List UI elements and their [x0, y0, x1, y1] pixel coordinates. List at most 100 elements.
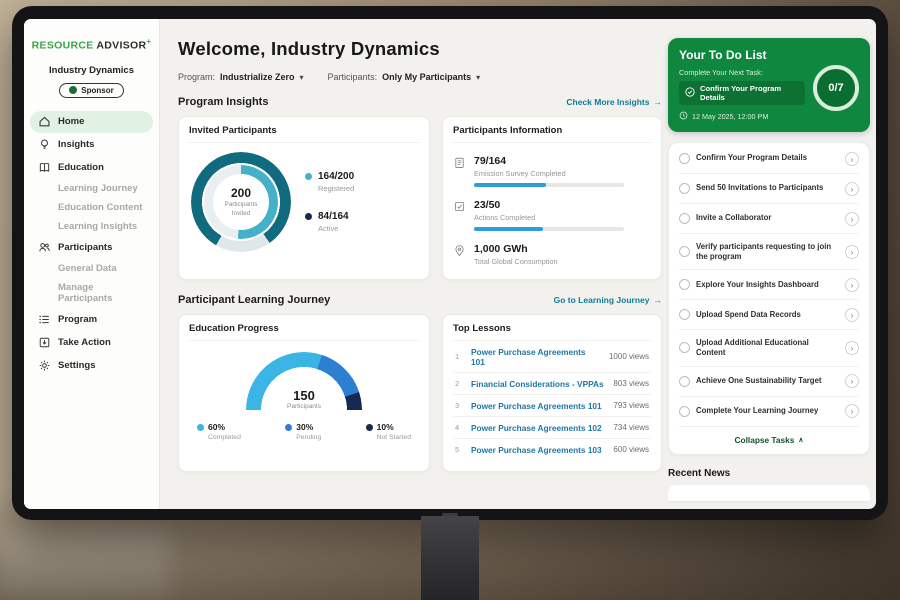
collapse-label: Collapse Tasks [735, 435, 795, 445]
lesson-rank: 1 [455, 352, 463, 361]
chevron-right-icon[interactable]: › [845, 308, 859, 322]
go-to-learning-journey-link[interactable]: Go to Learning Journey → [554, 295, 662, 305]
chevron-right-icon[interactable]: › [845, 245, 859, 259]
program-filter[interactable]: Program: Industrialize Zero ▾ [178, 72, 304, 82]
top-lessons-card: Top Lessons 1 Power Purchase Agreements … [442, 314, 662, 472]
sidebar-item-home[interactable]: Home [30, 111, 153, 133]
check-more-insights-link[interactable]: Check More Insights → [566, 97, 662, 107]
task-label: Confirm Your Program Details [696, 153, 839, 163]
invited-participants-card: Invited Participants 200 Participants In… [178, 116, 430, 280]
task-checkbox[interactable] [679, 183, 690, 194]
brand-resource: RESOURCE [32, 40, 94, 52]
lesson-link[interactable]: Power Purchase Agreements 101 [471, 347, 601, 367]
progress-fill [474, 183, 546, 187]
sidebar-item-settings[interactable]: Settings [30, 355, 153, 377]
section-title-learning-journey: Participant Learning Journey [178, 294, 330, 306]
invited-total: 200 [231, 186, 251, 200]
task-item[interactable]: Explore Your Insights Dashboard › [679, 270, 859, 300]
sidebar-item-insights[interactable]: Insights [30, 134, 153, 156]
sidebar-item-take-action[interactable]: Take Action [30, 332, 153, 354]
donut-legend: 164/200 Registered 84/164 Active [305, 171, 354, 233]
list-icon [38, 313, 51, 326]
task-item[interactable]: Send 50 Invitations to Participants › [679, 174, 859, 204]
lesson-link[interactable]: Financial Considerations - VPPAs [471, 379, 605, 389]
invited-total-label: Participants Invited [218, 201, 264, 217]
stat-emission-survey: 79/164 Emission Survey Completed [453, 155, 651, 187]
chevron-up-icon: ∧ [798, 436, 803, 444]
gauge-legend: 60% Completed 30% Pending [197, 422, 411, 441]
sidebar-item-education[interactable]: Education [30, 157, 153, 179]
task-checkbox[interactable] [679, 376, 690, 387]
survey-icon [453, 156, 466, 169]
task-checkbox[interactable] [679, 342, 690, 353]
chevron-right-icon[interactable]: › [845, 404, 859, 418]
sidebar-item-label: Take Action [58, 337, 111, 348]
sidebar-item-manage-participants[interactable]: Manage Participants [30, 279, 153, 308]
legend-value: 10% [377, 422, 411, 432]
sidebar-item-label: Settings [58, 360, 95, 371]
task-checkbox[interactable] [679, 246, 690, 257]
stat-label: Actions Completed [474, 213, 651, 222]
task-checkbox[interactable] [679, 279, 690, 290]
sidebar-item-learning-journey[interactable]: Learning Journey [30, 180, 153, 198]
chevron-right-icon[interactable]: › [845, 341, 859, 355]
lesson-views: 793 views [613, 401, 649, 410]
chevron-right-icon[interactable]: › [845, 278, 859, 292]
sidebar-item-participants[interactable]: Participants [30, 237, 153, 259]
monitor-stand [421, 516, 479, 600]
insights-cards-row: Invited Participants 200 Participants In… [178, 116, 662, 280]
lesson-link[interactable]: Power Purchase Agreements 103 [471, 445, 605, 455]
chevron-right-icon[interactable]: › [845, 374, 859, 388]
task-item[interactable]: Invite a Collaborator › [679, 204, 859, 234]
task-label: Upload Additional Educational Content [696, 338, 839, 358]
task-label: Verify participants requesting to join t… [696, 242, 839, 262]
todo-due-label: 12 May 2025, 12:00 PM [692, 112, 768, 121]
sponsor-badge[interactable]: Sponsor [59, 83, 123, 98]
task-item[interactable]: Upload Additional Educational Content › [679, 330, 859, 366]
todo-progress-ring: 0/7 [813, 65, 859, 111]
sidebar-item-label: Home [58, 116, 84, 127]
sidebar-item-label: Program [58, 314, 97, 325]
sidebar-item-education-content[interactable]: Education Content [30, 199, 153, 217]
next-task-chip[interactable]: Confirm Your Program Details [679, 81, 805, 105]
task-item[interactable]: Complete Your Learning Journey › [679, 397, 859, 427]
legend-item-registered: 164/200 Registered [305, 171, 354, 193]
main-content: Welcome, Industry Dynamics Program: Indu… [160, 19, 666, 509]
task-item[interactable]: Upload Spend Data Records › [679, 300, 859, 330]
lesson-link[interactable]: Power Purchase Agreements 102 [471, 423, 605, 433]
legend-value: 164/200 [318, 171, 354, 182]
gauge-center: 150 Participants [246, 388, 362, 410]
chevron-right-icon[interactable]: › [845, 182, 859, 196]
task-checkbox[interactable] [679, 406, 690, 417]
sidebar-nav: Home Insights Education Learning Journey… [24, 111, 159, 377]
people-icon [38, 241, 51, 254]
task-checkbox[interactable] [679, 153, 690, 164]
lesson-row: 2 Financial Considerations - VPPAs 803 v… [453, 373, 651, 395]
chevron-right-icon[interactable]: › [845, 212, 859, 226]
task-item[interactable]: Achieve One Sustainability Target › [679, 367, 859, 397]
legend-value: 84/164 [318, 211, 349, 222]
task-checkbox[interactable] [679, 213, 690, 224]
legend-label: Completed [208, 434, 241, 441]
task-checkbox[interactable] [679, 309, 690, 320]
sidebar-item-learning-insights[interactable]: Learning Insights [30, 218, 153, 236]
stat-value: 23/50 [474, 199, 651, 211]
chevron-right-icon[interactable]: › [845, 152, 859, 166]
collapse-tasks-button[interactable]: Collapse Tasks ∧ [679, 427, 859, 453]
sidebar-item-program[interactable]: Program [30, 309, 153, 331]
clock-icon [679, 111, 688, 122]
sidebar-item-general-data[interactable]: General Data [30, 260, 153, 278]
legend-item-completed: 60% Completed [197, 422, 241, 441]
lesson-row: 5 Power Purchase Agreements 103 600 view… [453, 439, 651, 460]
page-title: Welcome, Industry Dynamics [178, 38, 666, 60]
lesson-link[interactable]: Power Purchase Agreements 101 [471, 401, 605, 411]
recent-news-title: Recent News [668, 468, 870, 479]
participants-filter[interactable]: Participants: Only My Participants ▾ [328, 72, 481, 82]
learning-cards-row: Education Progress 150 Participants 60% [178, 314, 662, 472]
recent-news-card [668, 485, 870, 501]
stat-label: Emission Survey Completed [474, 169, 651, 178]
task-item[interactable]: Verify participants requesting to join t… [679, 234, 859, 270]
task-item[interactable]: Confirm Your Program Details › [679, 144, 859, 174]
brand-plus: + [146, 37, 151, 46]
card-title: Education Progress [189, 323, 419, 341]
